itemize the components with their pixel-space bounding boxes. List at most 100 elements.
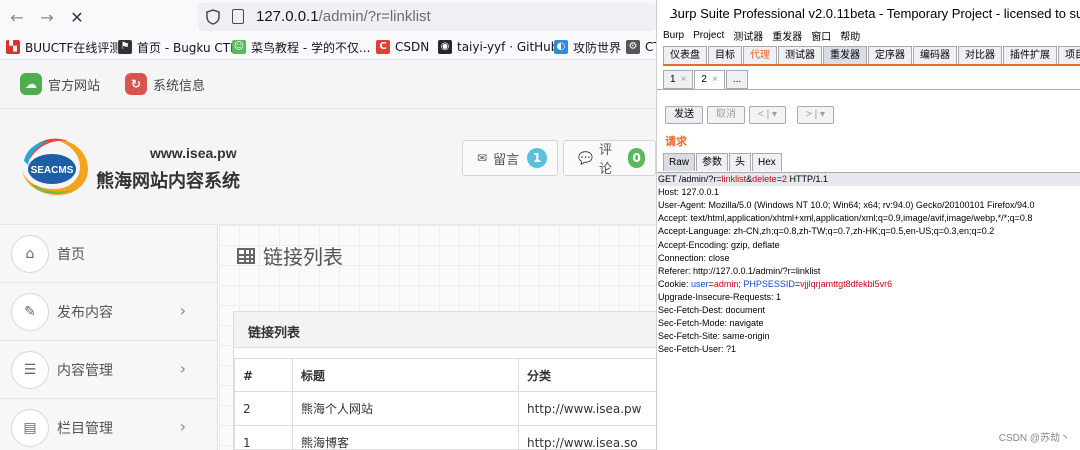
bookmark-favicon-icon: ☺ (232, 40, 246, 54)
bookmark-item[interactable]: C CSDN (376, 38, 429, 56)
admin-brand-header: SEACMS www.isea.pw 熊海网站内容系统 ✉ 留言 1 💬 评论 … (0, 109, 656, 225)
system-info-label: 系统信息 (153, 78, 206, 94)
url-path: /admin/?r=linklist (318, 8, 431, 25)
history-back-button[interactable]: < | ▾ (749, 106, 787, 124)
csdn-watermark: CSDN @苏劫丶 (998, 433, 1070, 444)
tab-raw[interactable]: Raw (663, 153, 696, 171)
bookmark-item[interactable]: ⚑ 首页 - Bugku CTF (118, 38, 237, 56)
request-line: Sec-Fetch-Site: same-origin (658, 330, 770, 343)
burp-tab[interactable]: 编码器 (913, 46, 957, 64)
browser-nav-bar: ← → ✕ 127.0.0.1/admin/?r=linklist (0, 0, 656, 34)
cancel-button[interactable]: 取消 (707, 106, 745, 124)
burp-menu-item[interactable]: 测试器 (733, 28, 763, 43)
burp-tab[interactable]: 测试器 (778, 46, 822, 64)
cloud-icon: ☁ (20, 73, 42, 95)
burp-tab[interactable]: 重发器 (823, 46, 867, 64)
burp-tab[interactable]: 对比器 (958, 46, 1002, 64)
history-forward-button[interactable]: > | ▾ (797, 106, 835, 124)
admin-main-content: 链接列表 链接列表 # 标题 分类 2 熊海个人网站 http://www.isea.pw… (219, 225, 656, 450)
shield-icon[interactable] (206, 9, 220, 25)
address-bar[interactable]: 127.0.0.1/admin/?r=linklist (198, 3, 656, 31)
burp-tab[interactable]: 插件扩展 (1003, 46, 1057, 64)
burp-tab[interactable]: 定序器 (868, 46, 912, 64)
back-icon[interactable]: ← (6, 6, 28, 28)
bookmark-item[interactable]: ◉ taiyi-yyf · GitHub (438, 38, 558, 56)
table-icon (237, 247, 255, 264)
request-token: Connection: close (658, 252, 730, 263)
close-icon[interactable]: × (681, 74, 687, 85)
bookmark-item[interactable]: ☺ 菜鸟教程 - 学的不仅... (232, 38, 370, 56)
request-token: Accept-Language: zh-CN,zh;q=0.8,zh-TW;q=… (658, 226, 995, 237)
table-cell: 2 (234, 392, 292, 426)
refresh-icon: ↻ (125, 73, 147, 95)
url-host: 127.0.0.1 (256, 8, 319, 25)
url-text[interactable]: 127.0.0.1/admin/?r=linklist (256, 8, 431, 25)
request-line: Cookie: user=admin; PHPSESSID=vjjlqrjamt… (658, 278, 892, 291)
bookmarks-bar: ▚ BUUCTF在线评测 ⚑ 首页 - Bugku CTF ☺ 菜鸟教程 - 学的不仅..… (0, 34, 656, 60)
table-header-cell: # (234, 359, 292, 393)
request-line: Upgrade-Insecure-Requests: 1 (658, 291, 781, 304)
page-title-text: 链接列表 (263, 245, 343, 269)
columns-icon: ▤ (11, 408, 49, 447)
burp-window-title: Burp Suite Professional v2.0.11beta - Te… (669, 5, 1080, 21)
repeater-tab[interactable]: 2 × (694, 70, 725, 89)
tab-headers[interactable]: 头 (729, 153, 752, 171)
request-token: GET /admin/?r= (658, 174, 722, 184)
burp-menu-item[interactable]: 窗口 (811, 28, 831, 43)
request-line: Referer: http://127.0.0.1/admin/?r=linkl… (658, 265, 820, 278)
chevron-right-icon: › (179, 359, 186, 378)
sidebar-item-label: 发布内容 (57, 304, 113, 321)
close-icon[interactable]: × (712, 74, 718, 85)
burp-tab[interactable]: 代理 (743, 46, 777, 64)
sidebar-item-label: 首页 (57, 246, 85, 263)
official-site-label: 官方网站 (48, 78, 101, 94)
table-cell: http://www.isea.so (518, 426, 656, 450)
burp-menu-item[interactable]: 帮助 (840, 28, 860, 43)
burp-menu-item[interactable]: Project (693, 30, 724, 41)
request-line: Connection: close (658, 252, 730, 265)
burp-menu-item[interactable]: 重发器 (772, 28, 802, 43)
comment-button[interactable]: 💬 评论 0 (563, 140, 656, 177)
message-count-badge: 1 (527, 148, 548, 168)
seacms-logo[interactable]: SEACMS (18, 135, 90, 199)
message-button[interactable]: ✉ 留言 1 (462, 140, 559, 176)
bookmark-item[interactable]: ⚙ CT (626, 38, 656, 56)
send-button[interactable]: 发送 (665, 106, 703, 124)
sidebar-item-label: 内容管理 (57, 362, 113, 379)
bookmark-label: 首页 - Bugku CTF (137, 40, 238, 55)
repeater-tab[interactable]: 1 × (663, 70, 694, 89)
sidebar-item-column-manage[interactable]: ▤ 栏目管理 › (0, 399, 218, 450)
burp-menu-item[interactable]: Burp (663, 30, 684, 41)
forward-icon[interactable]: → (36, 6, 58, 28)
message-label: 留言 (493, 152, 520, 168)
sidebar-item-publish[interactable]: ✎ 发布内容 › (0, 283, 218, 341)
request-label: 请求 (665, 136, 687, 148)
sidebar-item-home[interactable]: ⌂ 首页 (0, 225, 218, 283)
link-table: # 标题 分类 2 熊海个人网站 http://www.isea.pw 1 熊海博客 http:… (234, 358, 656, 450)
stop-icon[interactable]: ✕ (66, 6, 88, 28)
tab-hex[interactable]: Hex (752, 153, 782, 171)
sidebar-item-content-manage[interactable]: ☰ 内容管理 › (0, 341, 218, 399)
system-info-link[interactable]: ↻ 系统信息 (125, 73, 205, 95)
official-site-link[interactable]: ☁ 官方网站 (20, 73, 100, 95)
request-token: User-Agent: Mozilla/5.0 (Windows NT 10.0… (658, 200, 1035, 211)
burp-tab[interactable]: 仪表盘 (663, 46, 707, 64)
repeater-sub-tabs: 1 × 2 ×... (663, 70, 749, 89)
repeater-tab[interactable]: ... (725, 70, 749, 89)
table-header-cell: 标题 (292, 359, 518, 393)
burp-tab[interactable]: 目标 (708, 46, 742, 64)
burp-tab[interactable]: 项目选项 (1058, 46, 1080, 64)
table-row[interactable]: 2 熊海个人网站 http://www.isea.pw (234, 392, 656, 426)
table-cell: 1 (234, 426, 292, 450)
bookmark-favicon-icon: ◐ (554, 40, 568, 54)
bookmark-item[interactable]: ▚ BUUCTF在线评测 (6, 38, 121, 56)
bookmark-item[interactable]: ◐ 攻防世界 (554, 38, 621, 56)
burp-main-tabs: 仪表盘目标代理测试器重发器定序器编码器对比器插件扩展项目选项用 (663, 46, 1080, 66)
tab-params[interactable]: 参数 (696, 153, 729, 171)
bookmark-label: 攻防世界 (573, 40, 622, 55)
comment-icon: 💬 (578, 151, 593, 165)
request-line: Sec-Fetch-Dest: document (658, 304, 765, 317)
envelope-icon: ✉ (477, 151, 488, 165)
request-editor[interactable]: GET /admin/?r=linklist&delete=2 HTTP/1.1… (657, 172, 1080, 450)
table-row[interactable]: 1 熊海博客 http://www.isea.so (234, 426, 656, 450)
